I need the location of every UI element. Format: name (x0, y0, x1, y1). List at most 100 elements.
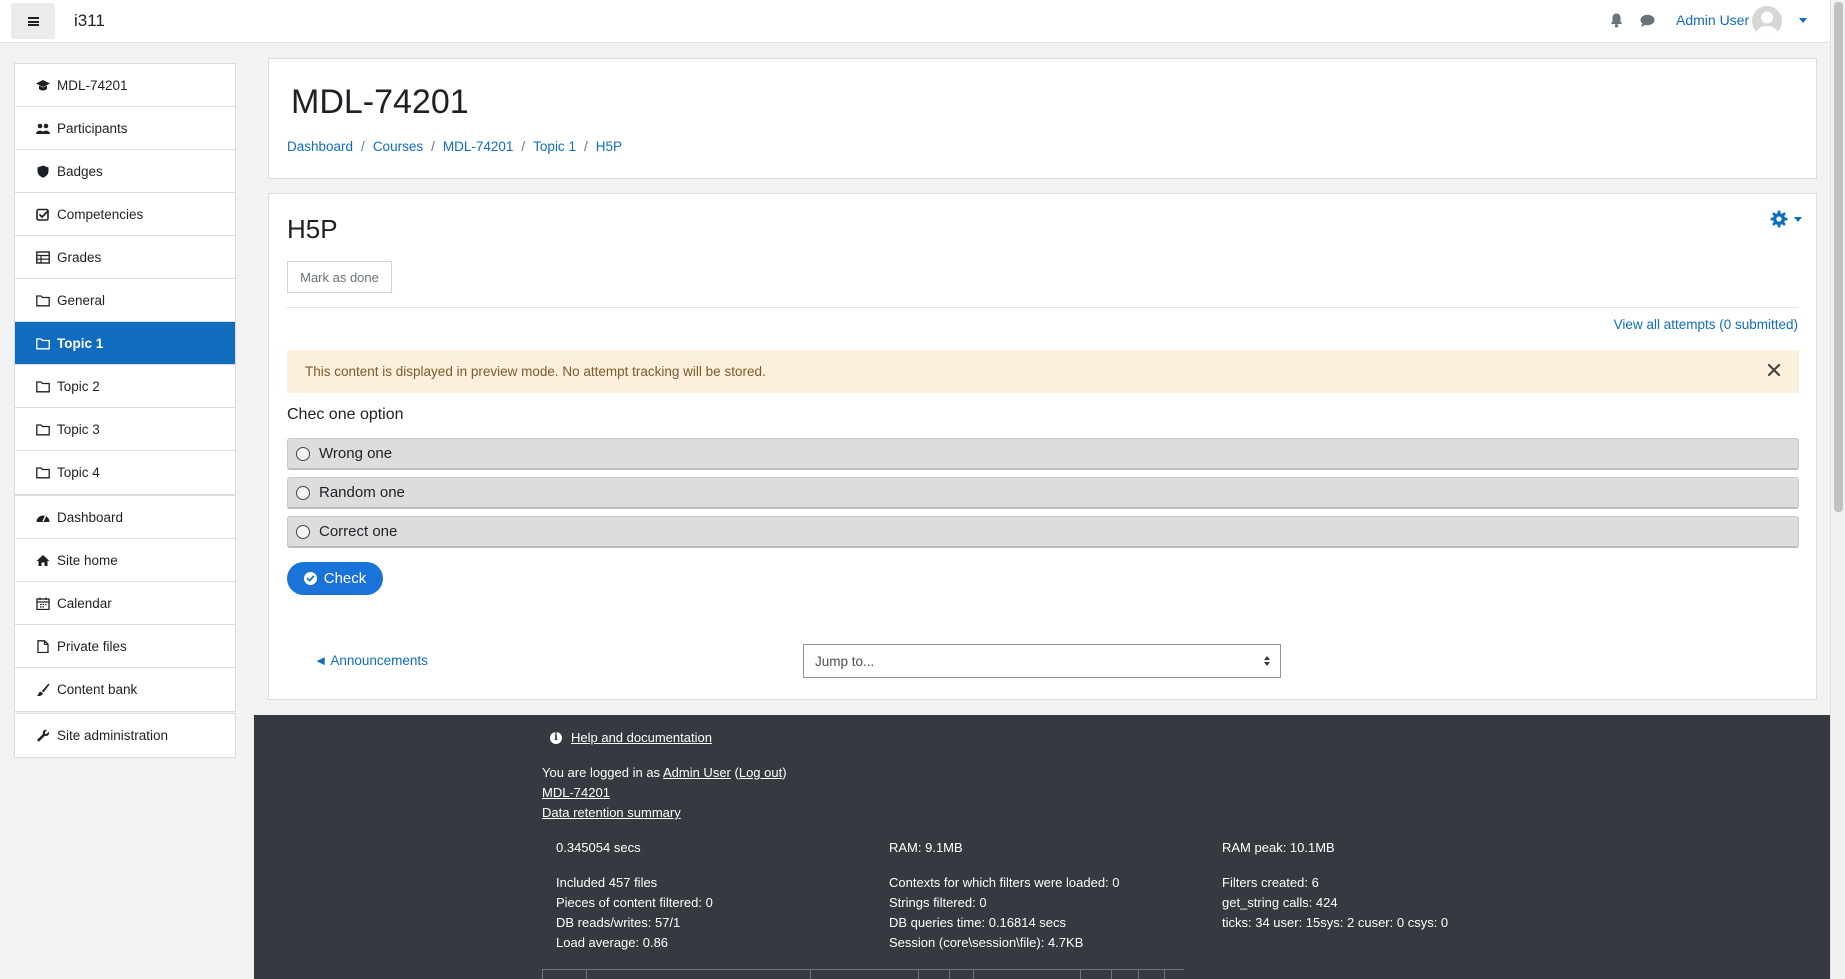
sidebar-item-topic-3[interactable]: Topic 3 (15, 408, 235, 451)
mark-as-done-button[interactable]: Mark as done (287, 261, 392, 293)
select-arrows-icon (1264, 656, 1270, 666)
answer-label: Wrong one (319, 445, 393, 462)
sidebar-item-content-bank[interactable]: Content bank (15, 668, 235, 711)
answer-option[interactable]: Random one (287, 477, 1799, 509)
breadcrumb-h5p[interactable]: H5P (596, 139, 622, 154)
sidebar-item-topic-2[interactable]: Topic 2 (15, 365, 235, 408)
perf-column-3: RAM peak: 10.1MB Filters created: 6 get_st… (1222, 838, 1448, 933)
breadcrumb-separator: / (431, 139, 435, 154)
sidebar-item-label: Badges (57, 163, 103, 179)
check-button[interactable]: Check (287, 562, 383, 595)
perf-stat (889, 858, 1120, 873)
file-icon (35, 639, 50, 653)
activity-card: H5P Mark as done View all attempts (0 su… (268, 193, 1817, 700)
prev-activity-link[interactable]: ◄ Announcements (314, 653, 428, 668)
sidebar-item-grades[interactable]: Grades (15, 236, 235, 279)
sidebar-item-badges[interactable]: Badges (15, 150, 235, 193)
perf-stat (556, 858, 713, 873)
logout-link[interactable]: Log out (739, 765, 782, 780)
folder-icon (35, 293, 50, 307)
sidebar-item-topic-4[interactable]: Topic 4 (15, 451, 235, 494)
perf-stat (1222, 858, 1448, 873)
caret-down-icon[interactable] (1799, 18, 1807, 23)
admin-nav: Site administration (14, 713, 236, 758)
breadcrumb: Dashboard / Courses / MDL-74201 / Topic … (287, 139, 622, 154)
help-link-row: i Help and documentation (550, 730, 712, 745)
sidebar-item-label: Site administration (57, 728, 169, 743)
user-menu-name[interactable]: Admin User (1676, 12, 1749, 28)
sidebar-item-general[interactable]: General (15, 279, 235, 322)
scrollbar-thumb[interactable] (1834, 2, 1843, 512)
table-icon (35, 250, 50, 264)
footer-course-link[interactable]: MDL-74201 (542, 785, 610, 800)
activity-title: H5P (287, 214, 338, 244)
perf-stat: Session (core\session\file): 4.7KB (889, 935, 1084, 950)
folder-icon (35, 466, 50, 480)
sidebar-item-label: Content bank (57, 682, 138, 697)
jump-to-select[interactable]: Jump to... (803, 644, 1281, 678)
sidebar-item-mdl-74201[interactable]: MDL-74201 (15, 64, 235, 107)
sidebar-item-dashboard[interactable]: Dashboard (15, 496, 235, 539)
perf-stat: RAM: 9.1MB (889, 840, 963, 855)
paint-brush-icon (35, 683, 50, 697)
data-retention-link[interactable]: Data retention summary (542, 805, 681, 820)
sidebar-item-label: Competencies (57, 206, 144, 222)
breadcrumb-separator: / (361, 139, 365, 154)
sidebar-item-site-administration[interactable]: Site administration (15, 714, 235, 757)
sidebar-item-private-files[interactable]: Private files (15, 625, 235, 668)
folder-icon (35, 379, 50, 393)
page-scrollbar[interactable] (1830, 0, 1845, 979)
wrench-icon (35, 729, 50, 743)
breadcrumb-separator: / (583, 139, 588, 154)
help-documentation-link[interactable]: Help and documentation (571, 730, 712, 745)
perf-stat: Contexts for which filters were loaded: … (889, 875, 1120, 890)
sidebar-item-participants[interactable]: Participants (15, 107, 235, 150)
course-nav: MDL-74201 Participants Badges Competencies G… (14, 63, 236, 495)
bell-icon[interactable] (1610, 13, 1623, 28)
sidebar-item-topic-1[interactable]: Topic 1 (15, 322, 235, 365)
site-name[interactable]: i311 (74, 11, 105, 31)
calendar-icon (35, 596, 50, 610)
question-text: Chec one option (287, 406, 404, 423)
breadcrumb-dashboard[interactable]: Dashboard (287, 139, 353, 154)
breadcrumb-topic[interactable]: Topic 1 (533, 139, 576, 154)
perf-stat: Included 457 files (556, 875, 658, 890)
drawer-toggle-button[interactable] (11, 3, 55, 39)
perf-column-2: RAM: 9.1MB Contexts for which filters wer… (889, 838, 1120, 953)
caret-down-icon (1794, 216, 1802, 222)
close-icon[interactable] (1767, 363, 1781, 377)
nav-drawer: MDL-74201 Participants Badges Competencies G… (0, 44, 254, 979)
site-nav: Dashboard Site home Calendar Private files C… (14, 495, 236, 712)
home-icon (35, 553, 50, 567)
activity-actions-menu[interactable] (1770, 210, 1802, 228)
check-label: Check (323, 570, 367, 587)
perf-stat: DB reads/writes: 57/1 (556, 915, 681, 930)
answer-option[interactable]: Wrong one (287, 438, 1799, 470)
user-silhouette-icon (1756, 11, 1778, 36)
radio-icon (296, 446, 310, 461)
footer-user-link[interactable]: Admin User (663, 765, 731, 780)
sidebar-item-calendar[interactable]: Calendar (15, 582, 235, 625)
avatar[interactable] (1752, 6, 1782, 36)
view-attempts-link[interactable]: View all attempts (0 submitted) (1614, 317, 1798, 332)
sidebar-item-label: Dashboard (57, 509, 124, 525)
sidebar-item-label: Topic 2 (57, 378, 100, 394)
tachometer-icon (35, 510, 50, 524)
info-circle-icon: i (550, 731, 562, 744)
preview-alert: This content is displayed in preview mod… (287, 350, 1799, 393)
sidebar-item-competencies[interactable]: Competencies (15, 193, 235, 236)
comment-icon[interactable] (1640, 14, 1655, 28)
answer-option[interactable]: Correct one (287, 516, 1799, 548)
radio-icon (296, 524, 310, 539)
sidebar-item-site-home[interactable]: Site home (15, 539, 235, 582)
users-icon (35, 121, 50, 135)
perf-stat: Strings filtered: 0 (889, 895, 987, 910)
sidebar-item-label: Topic 3 (57, 421, 100, 437)
sidebar-item-label: General (57, 292, 106, 308)
sidebar-item-label: MDL-74201 (57, 77, 128, 93)
page-title: MDL-74201 (291, 83, 469, 121)
breadcrumb-courses[interactable]: Courses (373, 139, 423, 154)
jump-to-value: Jump to... (815, 653, 875, 669)
breadcrumb-course[interactable]: MDL-74201 (443, 139, 514, 154)
navbar: i311 Admin User (0, 0, 1830, 43)
